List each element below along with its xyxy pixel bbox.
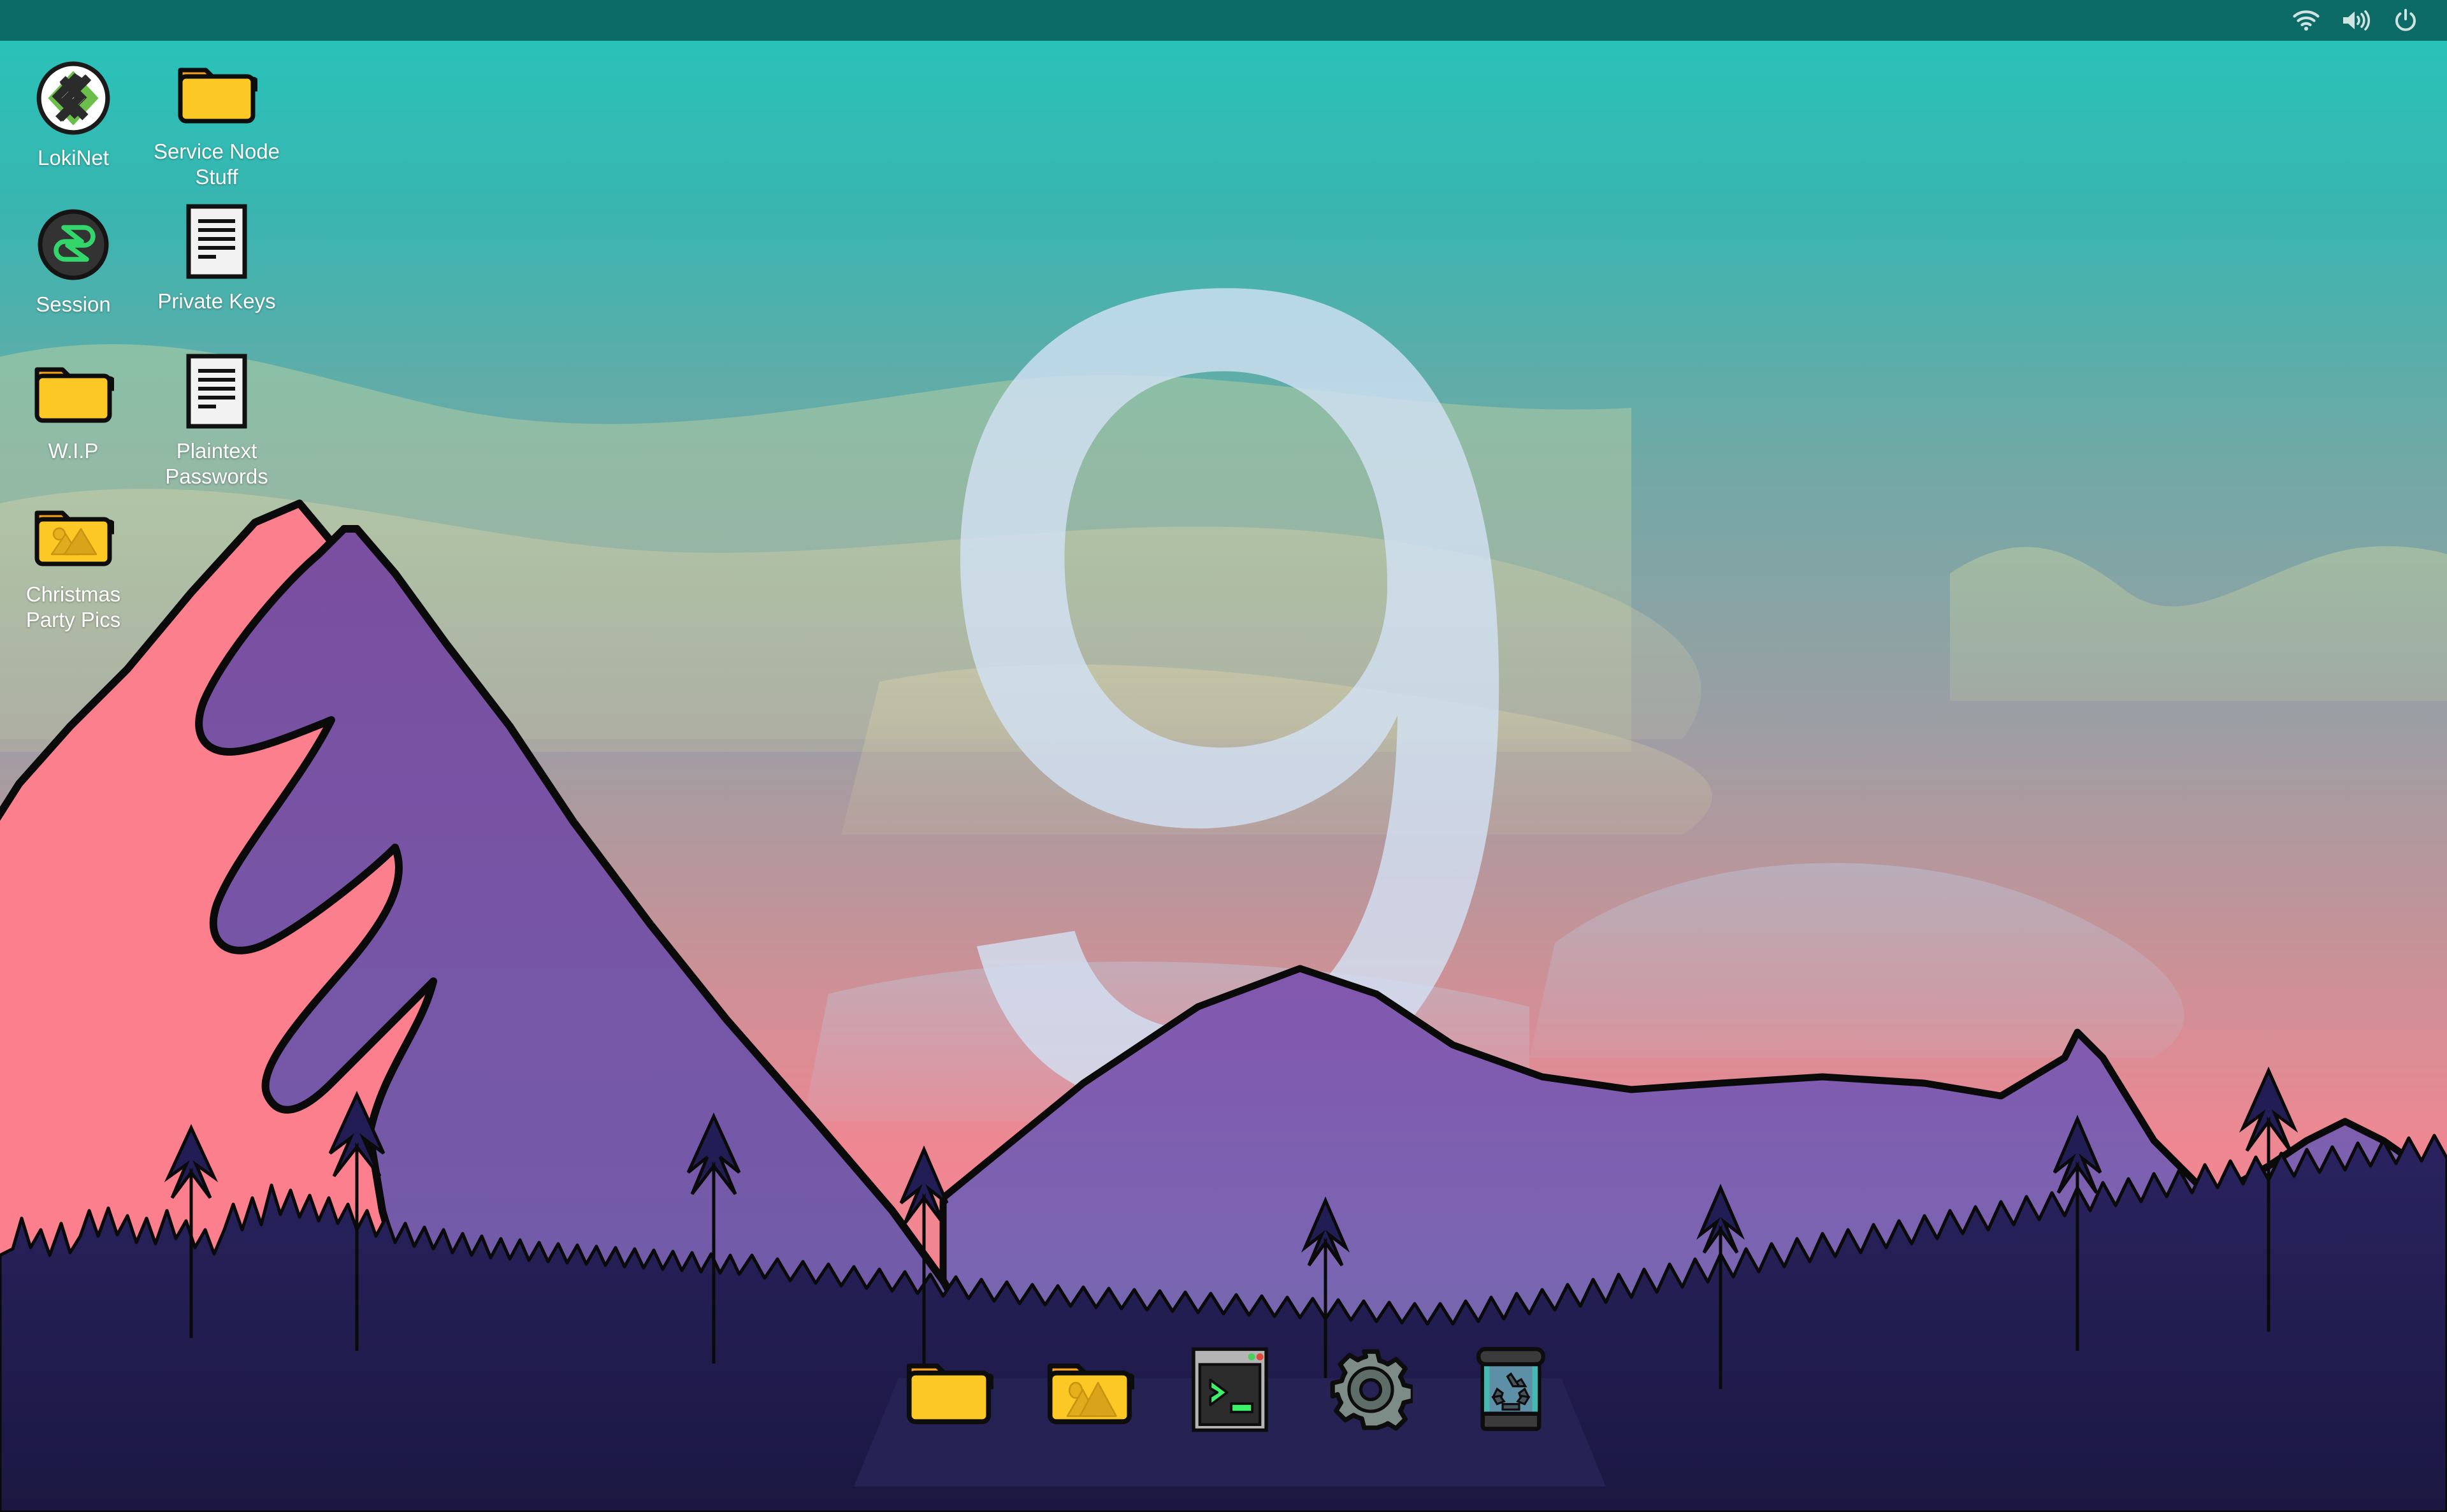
session-app-icon xyxy=(29,200,118,289)
desktop-icon-label: Plaintext Passwords xyxy=(165,439,268,488)
dock-item-pictures[interactable] xyxy=(1043,1343,1137,1437)
document-icon xyxy=(172,347,261,436)
desktop-screen: 9 LokiNet Service Node Stuff Session Pri… xyxy=(0,0,2447,1512)
desktop-icon-lokinet[interactable]: LokiNet xyxy=(6,54,140,171)
document-icon xyxy=(172,197,261,286)
top-panel xyxy=(0,0,2447,41)
desktop-icon-label: LokiNet xyxy=(38,146,109,169)
desktop-icon-wip[interactable]: W.I.P xyxy=(6,347,140,464)
desktop-icon-session[interactable]: Session xyxy=(6,200,140,317)
desktop-icon-private-keys[interactable]: Private Keys xyxy=(150,197,284,314)
dock-item-terminal[interactable] xyxy=(1183,1343,1277,1437)
volume-icon[interactable] xyxy=(2331,0,2381,41)
folder-icon xyxy=(172,47,261,136)
desktop-icon-label: Private Keys xyxy=(157,289,276,313)
folder-icon xyxy=(29,347,118,436)
desktop-icon-plaintext-passwords[interactable]: Plaintext Passwords xyxy=(150,347,284,489)
desktop-icon-label: Christmas Party Pics xyxy=(25,582,121,631)
power-icon[interactable] xyxy=(2381,0,2430,41)
desktop-icon-grid: LokiNet Service Node Stuff Session Priva… xyxy=(0,41,331,678)
lokinet-app-icon xyxy=(29,54,118,143)
desktop-icon-label: Service Node Stuff xyxy=(153,140,280,189)
dock-item-trash[interactable] xyxy=(1464,1343,1558,1437)
wallpaper: 9 xyxy=(0,0,2447,1512)
desktop-icon-christmas-party-pics[interactable]: Christmas Party Pics xyxy=(6,490,140,633)
desktop-icon-label: W.I.P xyxy=(48,439,99,463)
desktop-icon-label: Session xyxy=(36,292,111,316)
dock-item-files[interactable] xyxy=(902,1343,996,1437)
dock xyxy=(902,1335,1558,1437)
desktop-icon-service-node-stuff[interactable]: Service Node Stuff xyxy=(150,47,284,190)
wifi-icon[interactable] xyxy=(2281,0,2331,41)
dock-item-settings[interactable] xyxy=(1324,1343,1418,1437)
folder-pictures-icon xyxy=(29,490,118,579)
